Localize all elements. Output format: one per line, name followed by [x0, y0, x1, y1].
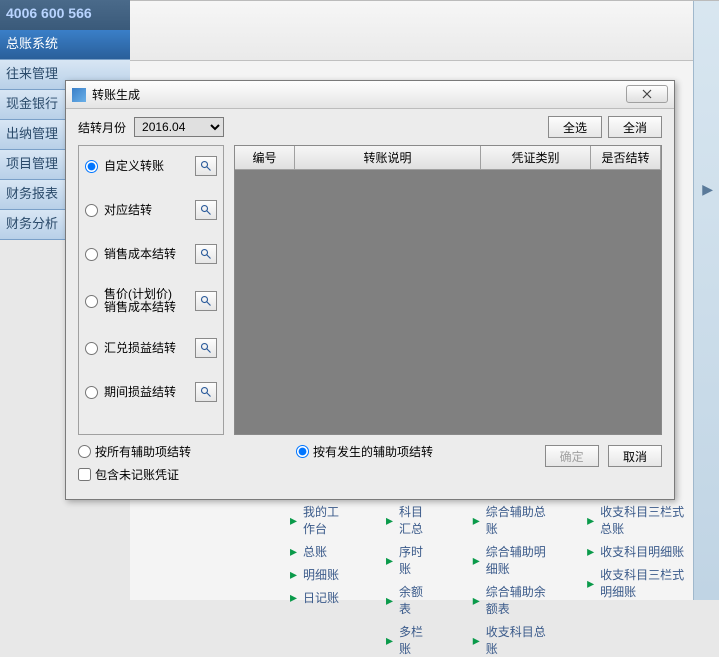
- lookup-custom-transfer[interactable]: [195, 156, 217, 176]
- period-label: 结转月份: [78, 119, 126, 136]
- lookup-corresponding[interactable]: [195, 200, 217, 220]
- link-income-detail[interactable]: 收支科目明细账: [587, 543, 689, 560]
- link-aux-detail[interactable]: 综合辅助明细账: [473, 543, 547, 577]
- lookup-exchange[interactable]: [195, 338, 217, 358]
- close-icon: [642, 89, 652, 99]
- radio-custom-transfer-label: 自定义转账: [104, 160, 191, 173]
- link-gl[interactable]: 总账: [290, 543, 346, 560]
- radio-sales-cost[interactable]: [85, 248, 98, 261]
- radio-occurred-aux[interactable]: [296, 445, 309, 458]
- right-dock: ▶: [693, 1, 719, 600]
- select-all-button[interactable]: 全选: [548, 116, 602, 138]
- radio-exchange[interactable]: [85, 342, 98, 355]
- radio-corresponding[interactable]: [85, 204, 98, 217]
- col-description[interactable]: 转账说明: [295, 146, 481, 170]
- sidebar-item-gl[interactable]: 总账系统: [0, 30, 130, 60]
- lookup-price-plan[interactable]: [195, 291, 217, 311]
- table-body-empty: [235, 170, 661, 434]
- radio-all-aux[interactable]: [78, 445, 91, 458]
- col-voucher-type[interactable]: 凭证类别: [481, 146, 591, 170]
- link-detail[interactable]: 明细账: [290, 566, 346, 583]
- link-subject-summary[interactable]: 科目汇总: [386, 503, 433, 537]
- transfer-dialog: 转账生成 结转月份 2016.04 全选 全消 自定义转账 对应结转: [65, 80, 675, 500]
- radio-price-plan[interactable]: [85, 295, 98, 308]
- search-icon: [200, 204, 212, 216]
- link-journal[interactable]: 日记账: [290, 589, 346, 606]
- search-icon: [200, 160, 212, 172]
- link-income-3col-gl[interactable]: 收支科目三栏式总账: [587, 503, 689, 537]
- link-workbench[interactable]: 我的工作台: [290, 503, 346, 537]
- link-balance[interactable]: 余额表: [386, 583, 433, 617]
- radio-exchange-label: 汇兑损益结转: [104, 342, 191, 355]
- radio-sales-cost-label: 销售成本结转: [104, 248, 191, 261]
- link-chronological[interactable]: 序时账: [386, 543, 433, 577]
- radio-period-pl-label: 期间损益结转: [104, 386, 191, 399]
- search-icon: [200, 342, 212, 354]
- table-header: 编号 转账说明 凭证类别 是否结转: [235, 146, 661, 170]
- phone-bar: 4006 600 566: [0, 0, 130, 30]
- link-income-3col-detail[interactable]: 收支科目三栏式明细账: [587, 566, 689, 600]
- dock-arrow-icon[interactable]: ▶: [702, 181, 713, 198]
- radio-custom-transfer[interactable]: [85, 160, 98, 173]
- lookup-sales-cost[interactable]: [195, 244, 217, 264]
- search-icon: [200, 386, 212, 398]
- deselect-all-button[interactable]: 全消: [608, 116, 662, 138]
- close-button[interactable]: [626, 85, 668, 103]
- background-links: 我的工作台 总账 明细账 日记账 科目汇总 序时账 余额表 多栏账 综合辅助总账…: [290, 503, 689, 657]
- dialog-title-text: 转账生成: [92, 86, 140, 103]
- check-include-unposted[interactable]: [78, 468, 91, 481]
- transfer-type-panel: 自定义转账 对应结转 销售成本结转 售价(计划价) 销售成本结转 汇兑损益结转: [78, 145, 224, 435]
- col-is-transfer[interactable]: 是否结转: [591, 146, 661, 170]
- radio-all-aux-label: 按所有辅助项结转: [95, 443, 191, 460]
- dialog-titlebar: 转账生成: [66, 81, 674, 109]
- radio-period-pl[interactable]: [85, 386, 98, 399]
- link-multicolumn[interactable]: 多栏账: [386, 623, 433, 657]
- link-aux-gl[interactable]: 综合辅助总账: [473, 503, 547, 537]
- col-number[interactable]: 编号: [235, 146, 295, 170]
- link-aux-balance[interactable]: 综合辅助余额表: [473, 583, 547, 617]
- search-icon: [200, 295, 212, 307]
- search-icon: [200, 248, 212, 260]
- lookup-period-pl[interactable]: [195, 382, 217, 402]
- period-select[interactable]: 2016.04: [134, 117, 224, 137]
- check-include-unposted-label: 包含未记账凭证: [95, 466, 179, 483]
- link-income-gl[interactable]: 收支科目总账: [473, 623, 547, 657]
- radio-occurred-aux-label: 按有发生的辅助项结转: [313, 443, 433, 460]
- dialog-app-icon: [72, 88, 86, 102]
- cancel-button[interactable]: 取消: [608, 445, 662, 467]
- radio-price-plan-label: 售价(计划价) 销售成本结转: [104, 288, 191, 314]
- radio-corresponding-label: 对应结转: [104, 204, 191, 217]
- ok-button[interactable]: 确定: [545, 445, 599, 467]
- transfer-table: 编号 转账说明 凭证类别 是否结转: [234, 145, 662, 435]
